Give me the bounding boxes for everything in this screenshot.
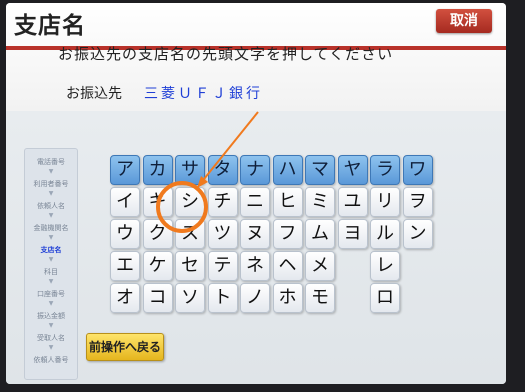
pointer-arrowhead	[197, 176, 208, 188]
highlight-circle	[156, 181, 208, 233]
annotation-overlay	[156, 111, 259, 233]
pointer-arrow	[199, 111, 259, 185]
